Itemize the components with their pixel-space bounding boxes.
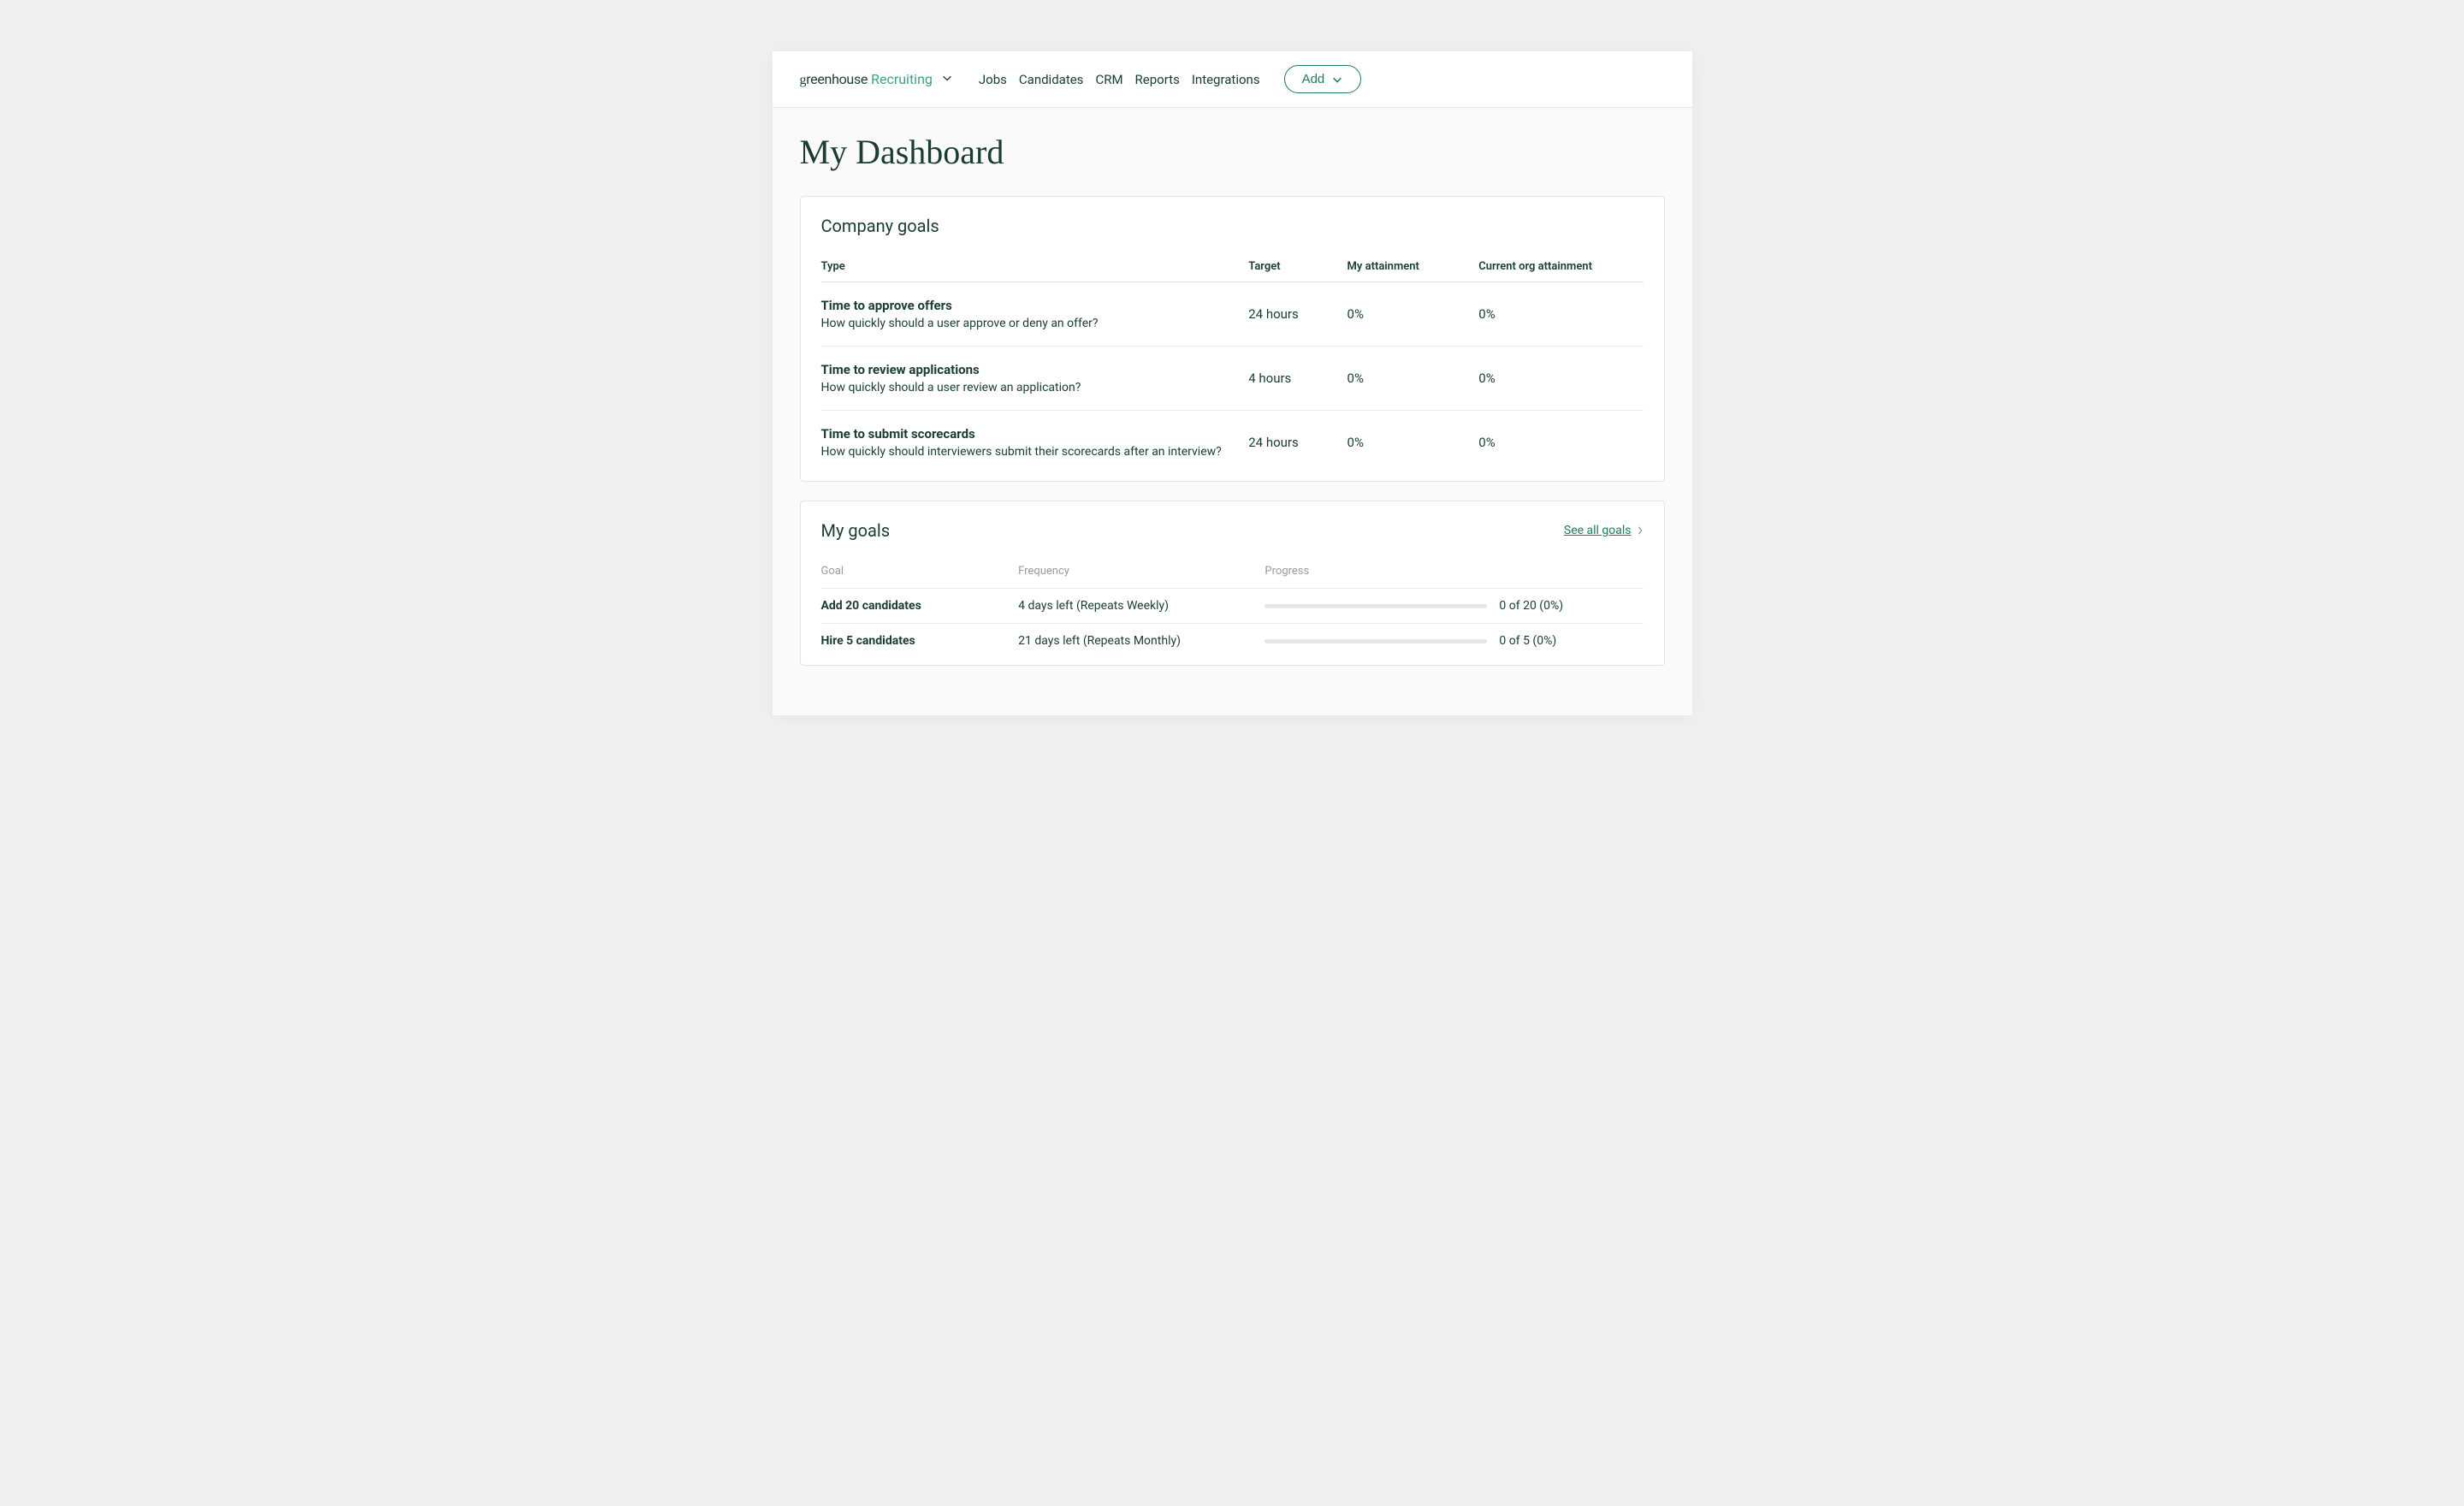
nav-jobs[interactable]: Jobs <box>979 72 1007 87</box>
th-org-attainment: Current org attainment <box>1478 260 1643 282</box>
my-goals-title: My goals <box>821 520 891 541</box>
table-row: Time to review applications How quickly … <box>821 347 1644 411</box>
progress-bar <box>1265 639 1487 643</box>
goal-my-attainment: 0% <box>1348 347 1479 411</box>
chevron-down-icon <box>1331 74 1343 86</box>
th-frequency: Frequency <box>1018 565 1265 589</box>
nav-crm[interactable]: CRM <box>1095 72 1122 87</box>
progress-bar <box>1265 604 1487 608</box>
th-progress: Progress <box>1265 565 1643 589</box>
goal-target: 24 hours <box>1248 282 1347 347</box>
page-body: My Dashboard Company goals Type Target M… <box>773 108 1692 715</box>
logo-primary: greenhouse <box>800 71 868 88</box>
add-button[interactable]: Add <box>1284 65 1362 93</box>
goal-org-attainment: 0% <box>1478 347 1643 411</box>
goal-my-attainment: 0% <box>1348 282 1479 347</box>
my-goal-name: Hire 5 candidates <box>821 624 1019 659</box>
goal-target: 24 hours <box>1248 411 1347 475</box>
goal-desc: How quickly should a user review an appl… <box>821 381 1249 394</box>
goal-org-attainment: 0% <box>1478 282 1643 347</box>
my-goal-name: Add 20 candidates <box>821 589 1019 624</box>
my-goals-table: Goal Frequency Progress Add 20 candidate… <box>821 565 1644 658</box>
app-container: greenhouse Recruiting Jobs Candidates CR… <box>773 51 1692 715</box>
goal-title: Time to approve offers <box>821 298 1249 313</box>
goal-desc: How quickly should a user approve or den… <box>821 317 1249 330</box>
progress-wrap: 0 of 20 (0%) <box>1265 599 1643 613</box>
top-nav: greenhouse Recruiting Jobs Candidates CR… <box>773 51 1692 108</box>
see-all-goals-link[interactable]: See all goals <box>1564 524 1644 537</box>
company-goals-card: Company goals Type Target My attainment … <box>800 196 1665 482</box>
company-goals-title: Company goals <box>821 216 939 236</box>
nav-reports[interactable]: Reports <box>1135 72 1180 87</box>
nav-integrations[interactable]: Integrations <box>1192 72 1260 87</box>
th-goal: Goal <box>821 565 1019 589</box>
goal-title: Time to review applications <box>821 362 1249 377</box>
table-row: Time to approve offers How quickly shoul… <box>821 282 1644 347</box>
goal-my-attainment: 0% <box>1348 411 1479 475</box>
page-title: My Dashboard <box>800 132 1665 172</box>
add-button-label: Add <box>1302 72 1325 86</box>
company-goals-header: Company goals <box>821 216 1644 236</box>
goal-target: 4 hours <box>1248 347 1347 411</box>
see-all-label: See all goals <box>1564 524 1632 537</box>
goal-title: Time to submit scorecards <box>821 426 1249 442</box>
nav-links: Jobs Candidates CRM Reports Integrations <box>979 72 1260 87</box>
logo-secondary: Recruiting <box>871 71 933 87</box>
my-goals-card: My goals See all goals Goal Frequency Pr… <box>800 501 1665 666</box>
progress-text: 0 of 5 (0%) <box>1499 634 1556 648</box>
chevron-down-icon <box>941 72 953 84</box>
progress-wrap: 0 of 5 (0%) <box>1265 634 1643 648</box>
chevron-right-icon <box>1637 525 1644 536</box>
table-row: Time to submit scorecards How quickly sh… <box>821 411 1644 475</box>
my-goal-frequency: 21 days left (Repeats Monthly) <box>1018 624 1265 659</box>
goal-org-attainment: 0% <box>1478 411 1643 475</box>
th-target: Target <box>1248 260 1347 282</box>
table-row: Add 20 candidates 4 days left (Repeats W… <box>821 589 1644 624</box>
table-row: Hire 5 candidates 21 days left (Repeats … <box>821 624 1644 659</box>
my-goal-frequency: 4 days left (Repeats Weekly) <box>1018 589 1265 624</box>
progress-text: 0 of 20 (0%) <box>1499 599 1563 613</box>
company-goals-table: Type Target My attainment Current org at… <box>821 260 1644 474</box>
my-goals-header: My goals See all goals <box>821 520 1644 541</box>
nav-candidates[interactable]: Candidates <box>1019 72 1084 87</box>
th-my-attainment: My attainment <box>1348 260 1479 282</box>
goal-desc: How quickly should interviewers submit t… <box>821 445 1249 459</box>
th-type: Type <box>821 260 1249 282</box>
logo[interactable]: greenhouse Recruiting <box>800 71 953 88</box>
